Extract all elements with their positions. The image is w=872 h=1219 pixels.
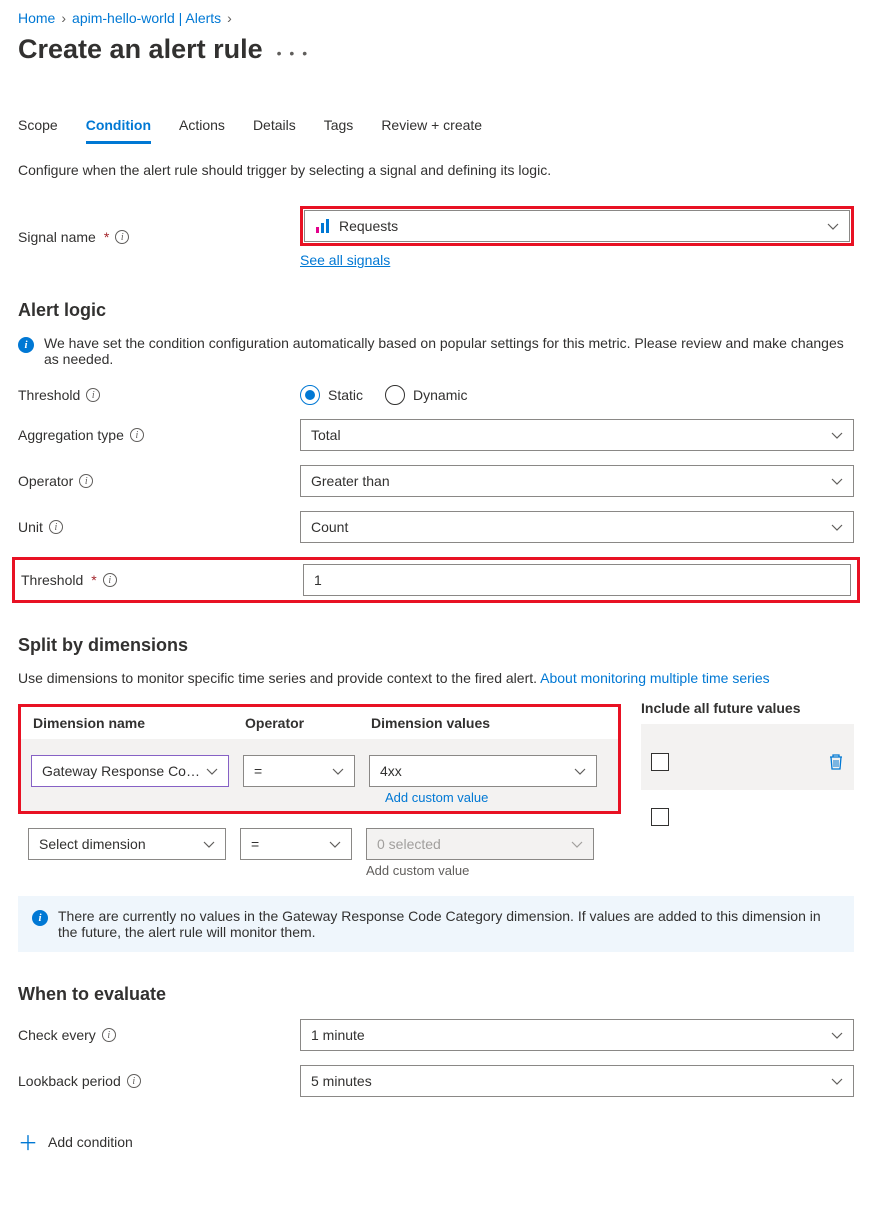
threshold-static-radio[interactable]: Static — [300, 385, 363, 405]
threshold-value-label: Threshold — [21, 572, 83, 588]
radio-static-label: Static — [328, 387, 363, 403]
info-icon[interactable]: i — [49, 520, 63, 534]
dimensions-heading: Split by dimensions — [18, 635, 854, 656]
chevron-down-icon — [332, 765, 344, 777]
operator-value: Greater than — [311, 473, 390, 489]
info-icon[interactable]: i — [130, 428, 144, 442]
chevron-down-icon — [827, 220, 839, 232]
dimension-name-value-2: Select dimension — [39, 836, 146, 852]
include-future-checkbox[interactable] — [651, 753, 669, 771]
breadcrumb-home[interactable]: Home — [18, 10, 55, 26]
dimension-name-value: Gateway Response Co… — [42, 763, 200, 779]
dimension-name-dropdown[interactable]: Gateway Response Co… — [31, 755, 229, 787]
info-icon: i — [18, 337, 34, 353]
operator-label: Operator — [18, 473, 73, 489]
see-all-signals-link[interactable]: See all signals — [300, 252, 390, 268]
threshold-dynamic-radio[interactable]: Dynamic — [385, 385, 467, 405]
aggregation-dropdown[interactable]: Total — [300, 419, 854, 451]
more-actions-button[interactable]: • • • — [277, 45, 309, 61]
chevron-down-icon — [831, 1075, 843, 1087]
lookback-label: Lookback period — [18, 1073, 121, 1089]
unit-value: Count — [311, 519, 348, 535]
chevron-down-icon — [831, 1029, 843, 1041]
col-dimension-name: Dimension name — [33, 715, 231, 731]
dimension-operator-value-2: = — [251, 836, 259, 852]
dimension-operator-dropdown[interactable]: = — [243, 755, 355, 787]
chevron-down-icon — [329, 838, 341, 850]
chevron-down-icon — [574, 765, 586, 777]
tab-details[interactable]: Details — [253, 117, 296, 144]
threshold-label: Threshold — [18, 387, 80, 403]
check-every-label: Check every — [18, 1027, 96, 1043]
chevron-down-icon — [571, 838, 583, 850]
bar-chart-icon — [315, 218, 331, 234]
breadcrumb-alerts[interactable]: apim-hello-world | Alerts — [72, 10, 221, 26]
unit-label: Unit — [18, 519, 43, 535]
col-dimension-values: Dimension values — [371, 715, 599, 731]
chevron-down-icon — [203, 838, 215, 850]
unit-dropdown[interactable]: Count — [300, 511, 854, 543]
aggregation-label: Aggregation type — [18, 427, 124, 443]
info-icon[interactable]: i — [86, 388, 100, 402]
tab-scope[interactable]: Scope — [18, 117, 58, 144]
include-future-checkbox-2[interactable] — [651, 808, 669, 826]
add-custom-value-link[interactable]: Add custom value — [385, 790, 488, 805]
info-icon[interactable]: i — [102, 1028, 116, 1042]
dimension-values-value-2: 0 selected — [377, 836, 441, 852]
info-icon[interactable]: i — [115, 230, 129, 244]
dimension-values-dropdown[interactable]: 4xx — [369, 755, 597, 787]
col-operator: Operator — [245, 715, 357, 731]
tab-condition[interactable]: Condition — [86, 117, 151, 144]
add-custom-value-disabled: Add custom value — [366, 863, 469, 878]
chevron-down-icon — [831, 521, 843, 533]
info-icon[interactable]: i — [127, 1074, 141, 1088]
aggregation-value: Total — [311, 427, 341, 443]
required-indicator: * — [91, 572, 96, 588]
radio-dynamic-label: Dynamic — [413, 387, 467, 403]
add-condition-label: Add condition — [48, 1134, 133, 1150]
chevron-right-icon: › — [227, 10, 232, 26]
lookback-dropdown[interactable]: 5 minutes — [300, 1065, 854, 1097]
chevron-down-icon — [831, 475, 843, 487]
dimensions-learn-more-link[interactable]: About monitoring multiple time series — [540, 670, 770, 686]
threshold-value-text: 1 — [314, 572, 322, 588]
dimension-operator-value: = — [254, 763, 262, 779]
tabs: Scope Condition Actions Details Tags Rev… — [18, 117, 854, 144]
tab-actions[interactable]: Actions — [179, 117, 225, 144]
signal-name-value: Requests — [339, 218, 398, 234]
evaluate-heading: When to evaluate — [18, 984, 854, 1005]
lookback-value: 5 minutes — [311, 1073, 372, 1089]
dimension-empty-note: There are currently no values in the Gat… — [58, 908, 840, 940]
dimension-operator-dropdown-2[interactable]: = — [240, 828, 352, 860]
breadcrumb: Home › apim-hello-world | Alerts › — [18, 10, 854, 26]
threshold-value-input[interactable]: 1 — [303, 564, 851, 596]
auto-config-note: i We have set the condition configuratio… — [18, 335, 854, 367]
tab-tags[interactable]: Tags — [324, 117, 354, 144]
info-icon[interactable]: i — [103, 573, 117, 587]
plus-icon: ＋ — [18, 1127, 38, 1156]
chevron-right-icon: › — [61, 10, 66, 26]
auto-config-text: We have set the condition configuration … — [44, 335, 854, 367]
check-every-dropdown[interactable]: 1 minute — [300, 1019, 854, 1051]
signal-name-label: Signal name — [18, 229, 96, 245]
operator-dropdown[interactable]: Greater than — [300, 465, 854, 497]
condition-description: Configure when the alert rule should tri… — [18, 162, 854, 178]
dimension-values-dropdown-2[interactable]: 0 selected — [366, 828, 594, 860]
required-indicator: * — [104, 229, 109, 245]
chevron-down-icon — [831, 429, 843, 441]
alert-logic-heading: Alert logic — [18, 300, 854, 321]
chevron-down-icon — [206, 765, 218, 777]
tab-review[interactable]: Review + create — [381, 117, 482, 144]
dimension-values-value: 4xx — [380, 763, 402, 779]
add-condition-button[interactable]: ＋ Add condition — [18, 1127, 854, 1156]
signal-name-dropdown[interactable]: Requests — [304, 210, 850, 242]
delete-icon[interactable] — [828, 753, 844, 771]
info-icon: i — [32, 910, 48, 926]
dimension-name-dropdown-2[interactable]: Select dimension — [28, 828, 226, 860]
info-icon[interactable]: i — [79, 474, 93, 488]
check-every-value: 1 minute — [311, 1027, 365, 1043]
col-include-future: Include all future values — [641, 692, 854, 724]
page-title: Create an alert rule — [18, 34, 263, 65]
dimensions-desc: Use dimensions to monitor specific time … — [18, 670, 540, 686]
